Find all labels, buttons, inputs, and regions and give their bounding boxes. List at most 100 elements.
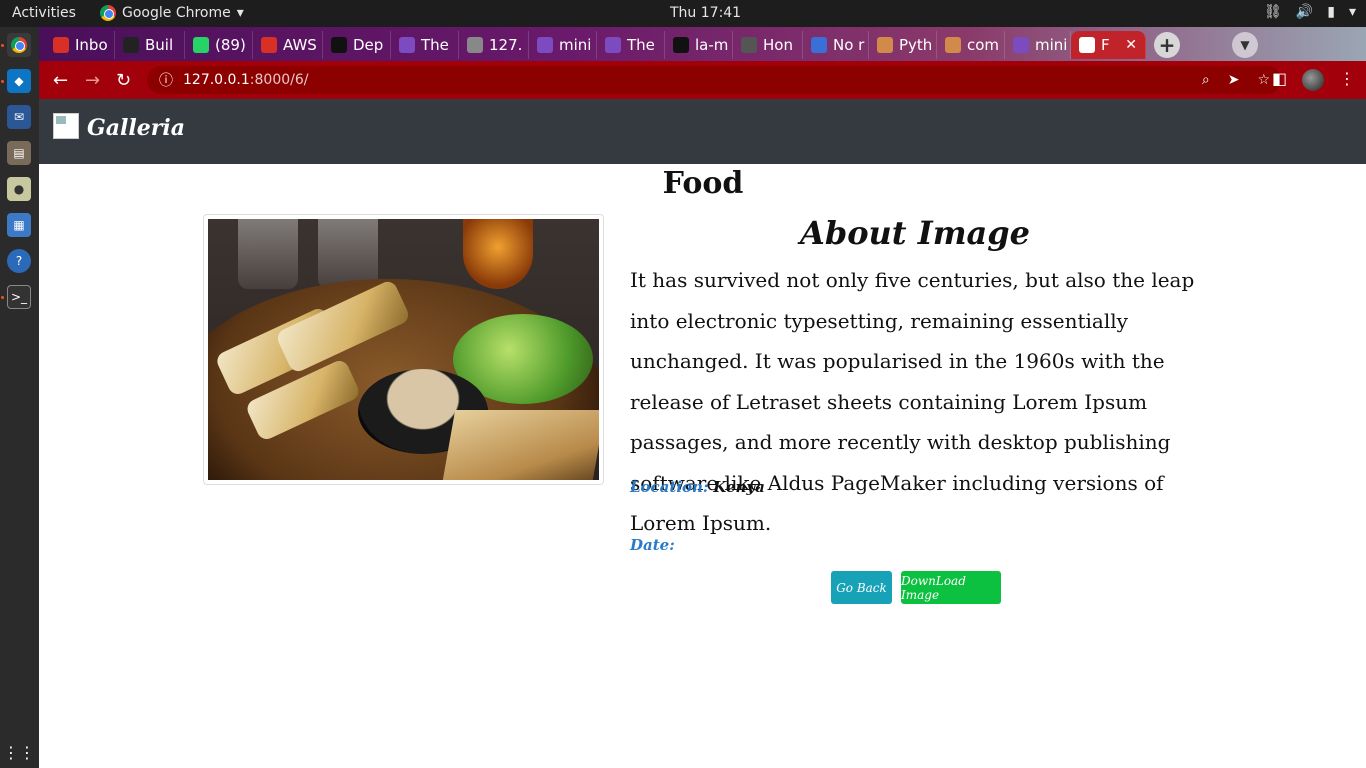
- tab-label: AWS: [283, 36, 317, 54]
- globe-icon: [741, 37, 757, 53]
- location-value: Kenya: [713, 478, 765, 496]
- dock: ◆ ✉ ▤ ● ▦ ? >_ ⋮⋮: [0, 27, 39, 768]
- zoom-icon[interactable]: ⌕: [1202, 72, 1210, 88]
- go-back-button[interactable]: Go Back: [831, 571, 892, 604]
- browser-tab[interactable]: 127.: [459, 31, 529, 59]
- tab-label: 127.: [489, 36, 523, 54]
- date-row: Date:: [630, 536, 675, 554]
- running-indicator: [1, 44, 4, 47]
- browser-tab[interactable]: Inbo: [45, 31, 115, 59]
- browser-tab[interactable]: la-m: [665, 31, 733, 59]
- chrome-icon: [100, 5, 116, 21]
- browser-tab[interactable]: Pyth: [869, 31, 937, 59]
- tab-label: la-m: [695, 36, 729, 54]
- tab-strip: Inbo Buil (89) AWS Dep The 127. mini The la-m Hon N…: [39, 27, 1366, 61]
- globe-icon: [1079, 37, 1095, 53]
- mail-dock-icon[interactable]: ✉: [7, 105, 31, 129]
- site-info-icon[interactable]: ⓘ: [159, 70, 173, 90]
- food-photo: [208, 219, 599, 480]
- files-dock-icon[interactable]: ▤: [7, 141, 31, 165]
- github-icon: [673, 37, 689, 53]
- chevron-down-icon: ▾: [1348, 4, 1356, 20]
- globe-icon: [811, 37, 827, 53]
- help-dock-icon[interactable]: ?: [7, 249, 31, 273]
- url-text: 127.0.0.1:8000/6/: [183, 72, 308, 88]
- tab-label: F: [1101, 36, 1110, 54]
- heroku-icon: [1013, 37, 1029, 53]
- close-tab-icon[interactable]: ✕: [1125, 37, 1137, 53]
- browser-tab[interactable]: mini: [529, 31, 597, 59]
- system-top-bar: Activities Google Chrome ▾ Thu 17:41 ⛓ 🔊…: [0, 0, 1366, 27]
- browser-tab[interactable]: F ✕: [1071, 31, 1146, 59]
- browser-tab[interactable]: No r: [803, 31, 869, 59]
- tab-label: mini: [559, 36, 592, 54]
- category-title: Food: [662, 166, 744, 201]
- vscode-dock-icon[interactable]: ◆: [7, 69, 31, 93]
- browser-tab[interactable]: (89): [185, 31, 253, 59]
- beer-glass-shape: [463, 219, 533, 289]
- url-path: :8000/6/: [249, 72, 309, 88]
- browser-tab[interactable]: Buil: [115, 31, 185, 59]
- broken-logo-image[interactable]: [53, 113, 79, 139]
- new-tab-button[interactable]: +: [1154, 32, 1180, 58]
- menu-kebab-icon[interactable]: ⋮: [1339, 69, 1355, 88]
- python-icon: [877, 37, 893, 53]
- volume-icon: 🔊: [1295, 4, 1314, 20]
- chrome-icon: [11, 37, 27, 53]
- download-image-button[interactable]: DownLoad Image: [901, 571, 1001, 604]
- heroku-icon: [605, 37, 621, 53]
- browser-tab[interactable]: com: [937, 31, 1005, 59]
- software-dock-icon[interactable]: ●: [7, 177, 31, 201]
- image-thumbnail: [203, 214, 604, 485]
- tab-label: The: [421, 36, 449, 54]
- back-icon[interactable]: ←: [53, 70, 68, 91]
- tab-label: Dep: [353, 36, 384, 54]
- heroku-icon: [537, 37, 553, 53]
- browser-tab[interactable]: AWS: [253, 31, 323, 59]
- location-row: Location: Kenya: [630, 478, 765, 496]
- heroku-icon: [399, 37, 415, 53]
- gmail-icon: [53, 37, 69, 53]
- running-indicator: [1, 296, 4, 299]
- bread-shape: [442, 410, 599, 480]
- tab-label: Inbo: [75, 36, 108, 54]
- bookmark-star-icon[interactable]: ☆: [1257, 72, 1270, 88]
- battery-icon: ▮: [1327, 4, 1335, 20]
- reload-icon[interactable]: ↻: [116, 70, 131, 91]
- loading-icon: [467, 37, 483, 53]
- side-panel-icon[interactable]: ◧: [1272, 69, 1287, 88]
- tab-label: mini: [1035, 36, 1068, 54]
- address-bar[interactable]: ⓘ 127.0.0.1:8000/6/ ⌕ ➤ ☆: [147, 66, 1282, 94]
- writer-dock-icon[interactable]: ▦: [7, 213, 31, 237]
- system-tray[interactable]: ⛓ 🔊 ▮ ▾: [1264, 4, 1356, 20]
- browser-tab[interactable]: mini: [1005, 31, 1071, 59]
- gmail-icon: [261, 37, 277, 53]
- about-image-heading: About Image: [799, 214, 1031, 252]
- location-label: Location:: [630, 478, 709, 496]
- site-icon: [123, 37, 139, 53]
- forward-icon[interactable]: →: [85, 70, 100, 91]
- browser-tab[interactable]: The: [597, 31, 665, 59]
- tab-label: The: [627, 36, 655, 54]
- profile-avatar[interactable]: [1302, 69, 1324, 91]
- network-icon: ⛓: [1264, 4, 1282, 20]
- activities-button[interactable]: Activities: [12, 5, 76, 21]
- glass-shape: [238, 219, 298, 289]
- send-icon[interactable]: ➤: [1228, 72, 1240, 88]
- chevron-down-icon: ▼: [1240, 38, 1250, 52]
- tab-label: (89): [215, 36, 246, 54]
- browser-tab[interactable]: Dep: [323, 31, 391, 59]
- tab-label: com: [967, 36, 1000, 54]
- tab-search-button[interactable]: ▼: [1232, 32, 1258, 58]
- running-indicator: [1, 80, 4, 83]
- apps-grid-icon[interactable]: ⋮⋮: [3, 740, 35, 764]
- app-menu[interactable]: Google Chrome ▾: [100, 5, 244, 21]
- browser-toolbar: ← → ↻ ⓘ 127.0.0.1:8000/6/ ⌕ ➤ ☆ ◧ ⋮: [39, 61, 1366, 99]
- browser-tab[interactable]: The: [391, 31, 459, 59]
- site-brand[interactable]: Galleria: [87, 115, 185, 141]
- clock[interactable]: Thu 17:41: [670, 5, 741, 21]
- browser-tab[interactable]: Hon: [733, 31, 803, 59]
- date-label: Date:: [630, 536, 675, 554]
- terminal-dock-icon[interactable]: >_: [7, 285, 31, 309]
- chrome-dock-icon[interactable]: [7, 33, 31, 57]
